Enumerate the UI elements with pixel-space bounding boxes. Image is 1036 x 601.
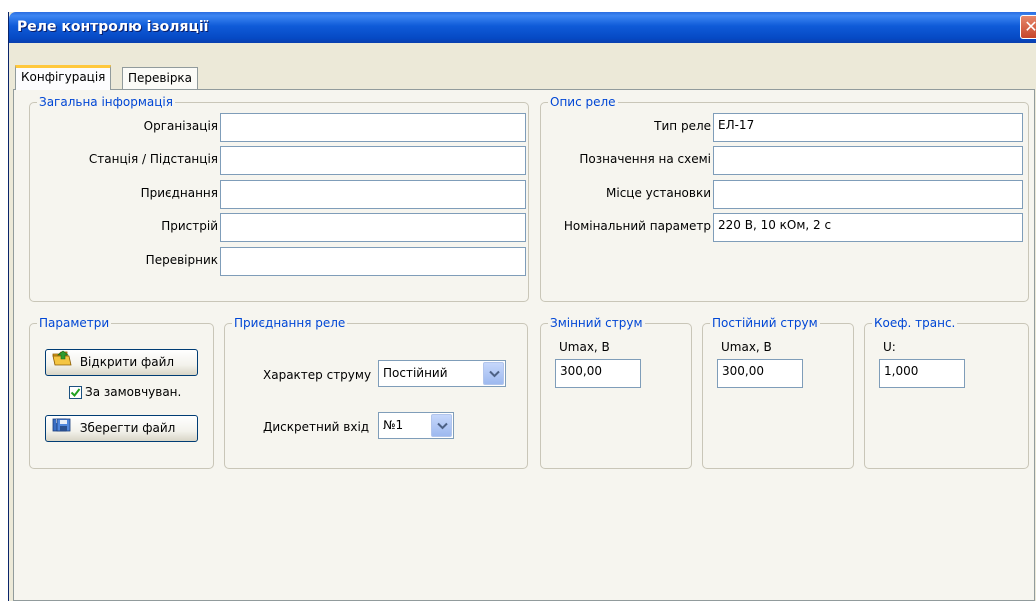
connection-field[interactable] xyxy=(220,180,526,209)
group-title: Опис реле xyxy=(548,95,618,109)
parameters-group: Параметри Відкрити файл За замовчуван. З… xyxy=(29,316,214,469)
app-window: Реле контролю ізоляції ✕ Конфігурація Пе… xyxy=(8,12,1036,601)
tab-label: Перевірка xyxy=(128,71,193,85)
relay-type-label: Тип реле xyxy=(654,119,711,133)
coef-u-field[interactable]: 1,000 xyxy=(879,359,965,388)
group-title: Загальна інформація xyxy=(37,95,175,109)
connection-label: Приєднання xyxy=(140,186,218,200)
nominal-parameter-label: Номінальний параметр xyxy=(563,219,711,233)
close-button[interactable]: ✕ xyxy=(1020,15,1036,39)
group-title: Приєднання реле xyxy=(232,316,348,330)
dc-current-group: Постійний струм Umax, В 300,00 xyxy=(702,316,854,469)
current-type-label: Характер струму xyxy=(263,368,372,382)
relay-connection-group: Приєднання реле Характер струму Постійни… xyxy=(224,316,528,469)
relay-type-field[interactable]: ЕЛ-17 xyxy=(713,113,1023,142)
dc-umax-field[interactable]: 300,00 xyxy=(717,359,803,388)
relay-description-group: Опис реле Тип реле ЕЛ-17 Позначення на с… xyxy=(540,95,1029,302)
current-type-select[interactable]: Постійний xyxy=(378,360,506,387)
device-label: Пристрій xyxy=(161,219,218,233)
open-file-button[interactable]: Відкрити файл xyxy=(45,349,198,376)
dropdown-button[interactable] xyxy=(483,362,504,385)
tab-label: Конфігурація xyxy=(21,70,106,84)
window-title: Реле контролю ізоляції xyxy=(17,19,209,35)
tab-configuration[interactable]: Конфігурація xyxy=(15,65,112,90)
tab-panel-configuration: Загальна інформація Організація Станція … xyxy=(13,89,1035,601)
discrete-input-value: №1 xyxy=(383,418,404,432)
default-checkbox[interactable] xyxy=(69,386,82,399)
ac-umax-label: Umax, В xyxy=(559,340,610,354)
save-file-label: Зберегти файл xyxy=(79,421,176,435)
tab-check[interactable]: Перевірка xyxy=(122,67,199,90)
nominal-parameter-field[interactable]: 220 В, 10 кОм, 2 с xyxy=(713,213,1023,242)
group-title: Коеф. транс. xyxy=(872,316,958,330)
install-location-label: Місце установки xyxy=(606,186,711,200)
group-title: Постійний струм xyxy=(710,316,820,330)
organization-field[interactable] xyxy=(220,113,526,142)
group-title: Параметри xyxy=(37,316,112,330)
general-info-group: Загальна інформація Організація Станція … xyxy=(29,95,529,302)
device-field[interactable] xyxy=(220,213,526,242)
inspector-field[interactable] xyxy=(220,247,526,276)
discrete-input-select[interactable]: №1 xyxy=(378,412,454,439)
open-file-label: Відкрити файл xyxy=(79,355,175,369)
coef-u-label: U: xyxy=(883,340,896,354)
group-title: Змінний струм xyxy=(548,316,645,330)
close-icon: ✕ xyxy=(1024,17,1036,36)
schematic-designation-field[interactable] xyxy=(713,146,1023,175)
station-field[interactable] xyxy=(220,146,526,175)
current-type-value: Постійний xyxy=(383,366,448,380)
checkmark-icon xyxy=(70,388,81,398)
install-location-field[interactable] xyxy=(713,180,1023,209)
ac-current-group: Змінний струм Umax, В 300,00 xyxy=(540,316,692,469)
save-file-button[interactable]: Зберегти файл xyxy=(45,415,198,442)
title-bar[interactable]: Реле контролю ізоляції ✕ xyxy=(9,12,1036,43)
folder-open-icon xyxy=(52,350,72,375)
dropdown-button[interactable] xyxy=(431,414,452,437)
inspector-label: Перевірник xyxy=(145,253,218,267)
organization-label: Організація xyxy=(143,119,218,133)
default-checkbox-label: За замовчуван. xyxy=(85,385,182,399)
chevron-down-icon xyxy=(437,422,448,430)
chevron-down-icon xyxy=(489,370,500,378)
dc-umax-label: Umax, В xyxy=(721,340,772,354)
discrete-input-label: Дискретний вхід xyxy=(263,420,370,434)
save-disk-icon xyxy=(52,416,72,441)
transformation-coefficient-group: Коеф. транс. U: 1,000 xyxy=(864,316,1029,469)
station-label: Станція / Підстанція xyxy=(88,152,218,166)
schematic-designation-label: Позначення на схемі xyxy=(579,152,711,166)
ac-umax-field[interactable]: 300,00 xyxy=(555,359,641,388)
